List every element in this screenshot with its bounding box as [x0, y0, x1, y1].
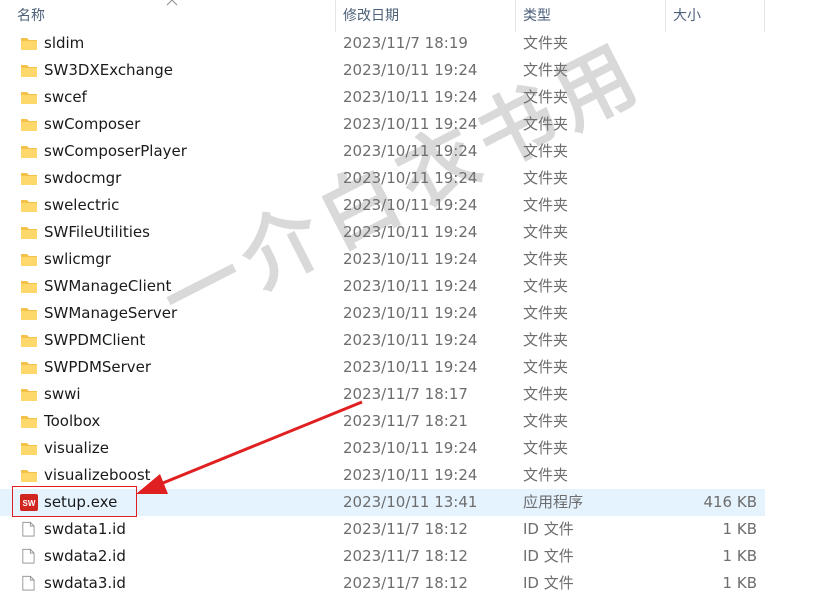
folder-icon	[21, 38, 37, 50]
file-row[interactable]: visualize 2023/10/11 19:24 文件夹	[0, 435, 765, 462]
column-name-header[interactable]: 名称	[17, 0, 45, 32]
file-row[interactable]: SWPDMServer 2023/10/11 19:24 文件夹	[0, 354, 765, 381]
column-header: 名称 修改日期 类型 大小	[0, 0, 765, 32]
file-type: 文件夹	[523, 331, 569, 349]
file-row[interactable]: SWManageServer 2023/10/11 19:24 文件夹	[0, 300, 765, 327]
file-name: swdata2.id	[44, 547, 126, 565]
file-type: 文件夹	[523, 439, 569, 457]
file-name: SWPDMServer	[44, 358, 152, 376]
column-modified-header[interactable]: 修改日期	[343, 0, 399, 32]
file-type: 文件夹	[523, 277, 569, 295]
file-row[interactable]: Toolbox 2023/11/7 18:21 文件夹	[0, 408, 765, 435]
file-icon	[22, 575, 35, 591]
folder-icon	[21, 335, 37, 347]
file-icon	[22, 521, 35, 537]
file-name: swdata1.id	[44, 520, 126, 538]
file-name: swcef	[44, 88, 87, 106]
folder-icon	[21, 362, 37, 374]
file-name: swComposer	[44, 115, 141, 133]
file-type: 文件夹	[523, 358, 569, 376]
file-modified-date: 2023/11/7 18:12	[343, 520, 468, 538]
file-name: SW3DXExchange	[44, 61, 174, 79]
file-name: visualize	[44, 439, 109, 457]
file-name: swlicmgr	[44, 250, 111, 268]
file-icon	[22, 548, 35, 564]
file-type: ID 文件	[523, 574, 574, 592]
file-row[interactable]: visualizeboost 2023/10/11 19:24 文件夹	[0, 462, 765, 489]
column-divider[interactable]	[515, 0, 516, 32]
file-modified-date: 2023/11/7 18:12	[343, 574, 468, 592]
folder-icon	[21, 119, 37, 131]
file-type: 文件夹	[523, 196, 569, 214]
folder-icon	[21, 227, 37, 239]
file-size: 1 KB	[722, 574, 757, 592]
folder-icon	[21, 200, 37, 212]
file-modified-date: 2023/10/11 19:24	[343, 304, 478, 322]
file-name: SWManageClient	[44, 277, 172, 295]
file-row[interactable]: sldim 2023/11/7 18:19 文件夹	[0, 30, 765, 57]
file-modified-date: 2023/10/11 19:24	[343, 331, 478, 349]
folder-icon	[21, 389, 37, 401]
file-name: visualizeboost	[44, 466, 151, 484]
file-type: 文件夹	[523, 466, 569, 484]
file-row[interactable]: swdata2.id 2023/11/7 18:12 ID 文件 1 KB	[0, 543, 765, 570]
highlight-box	[12, 486, 137, 517]
file-size: 416 KB	[703, 493, 757, 511]
file-name: Toolbox	[44, 412, 101, 430]
file-type: 文件夹	[523, 250, 569, 268]
folder-icon	[21, 254, 37, 266]
file-type: 文件夹	[523, 412, 569, 430]
column-divider[interactable]	[335, 0, 336, 32]
file-modified-date: 2023/11/7 18:21	[343, 412, 468, 430]
folder-icon	[21, 173, 37, 185]
file-name: SWPDMClient	[44, 331, 146, 349]
column-divider[interactable]	[764, 0, 765, 32]
file-name: SWFileUtilities	[44, 223, 150, 241]
folder-icon	[21, 92, 37, 104]
file-modified-date: 2023/10/11 19:24	[343, 358, 478, 376]
file-type: 文件夹	[523, 223, 569, 241]
file-size: 1 KB	[722, 520, 757, 538]
file-type: ID 文件	[523, 547, 574, 565]
file-name: swelectric	[44, 196, 120, 214]
file-name: swComposerPlayer	[44, 142, 187, 160]
file-type: ID 文件	[523, 520, 574, 538]
sort-ascending-icon	[166, 0, 178, 6]
file-name: sldim	[44, 34, 85, 52]
file-modified-date: 2023/10/11 13:41	[343, 493, 478, 511]
file-type: 应用程序	[523, 493, 584, 511]
file-size: 1 KB	[722, 547, 757, 565]
file-type: 文件夹	[523, 304, 569, 322]
file-row[interactable]: SWManageClient 2023/10/11 19:24 文件夹	[0, 273, 765, 300]
file-type: 文件夹	[523, 385, 569, 403]
folder-icon	[21, 146, 37, 158]
folder-icon	[21, 65, 37, 77]
column-divider[interactable]	[665, 0, 666, 32]
folder-icon	[21, 308, 37, 320]
file-modified-date: 2023/11/7 18:19	[343, 34, 468, 52]
file-modified-date: 2023/11/7 18:12	[343, 547, 468, 565]
file-name: swwi	[44, 385, 81, 403]
file-modified-date: 2023/10/11 19:24	[343, 277, 478, 295]
file-row[interactable]: SW3DXExchange 2023/10/11 19:24 文件夹	[0, 57, 765, 84]
file-modified-date: 2023/10/11 19:24	[343, 439, 478, 457]
folder-icon	[21, 281, 37, 293]
folder-icon	[21, 416, 37, 428]
folder-icon	[21, 443, 37, 455]
column-size-header[interactable]: 大小	[673, 0, 701, 32]
folder-icon	[21, 470, 37, 482]
file-modified-date: 2023/10/11 19:24	[343, 466, 478, 484]
column-type-header[interactable]: 类型	[523, 0, 551, 32]
file-name: swdocmgr	[44, 169, 122, 187]
file-modified-date: 2023/11/7 18:17	[343, 385, 468, 403]
file-row[interactable]: SWPDMClient 2023/10/11 19:24 文件夹	[0, 327, 765, 354]
file-row[interactable]: swdata3.id 2023/11/7 18:12 ID 文件 1 KB	[0, 570, 765, 597]
file-name: swdata3.id	[44, 574, 126, 592]
file-name: SWManageServer	[44, 304, 178, 322]
file-row[interactable]: swdata1.id 2023/11/7 18:12 ID 文件 1 KB	[0, 516, 765, 543]
file-modified-date: 2023/10/11 19:24	[343, 61, 478, 79]
file-row[interactable]: swwi 2023/11/7 18:17 文件夹	[0, 381, 765, 408]
